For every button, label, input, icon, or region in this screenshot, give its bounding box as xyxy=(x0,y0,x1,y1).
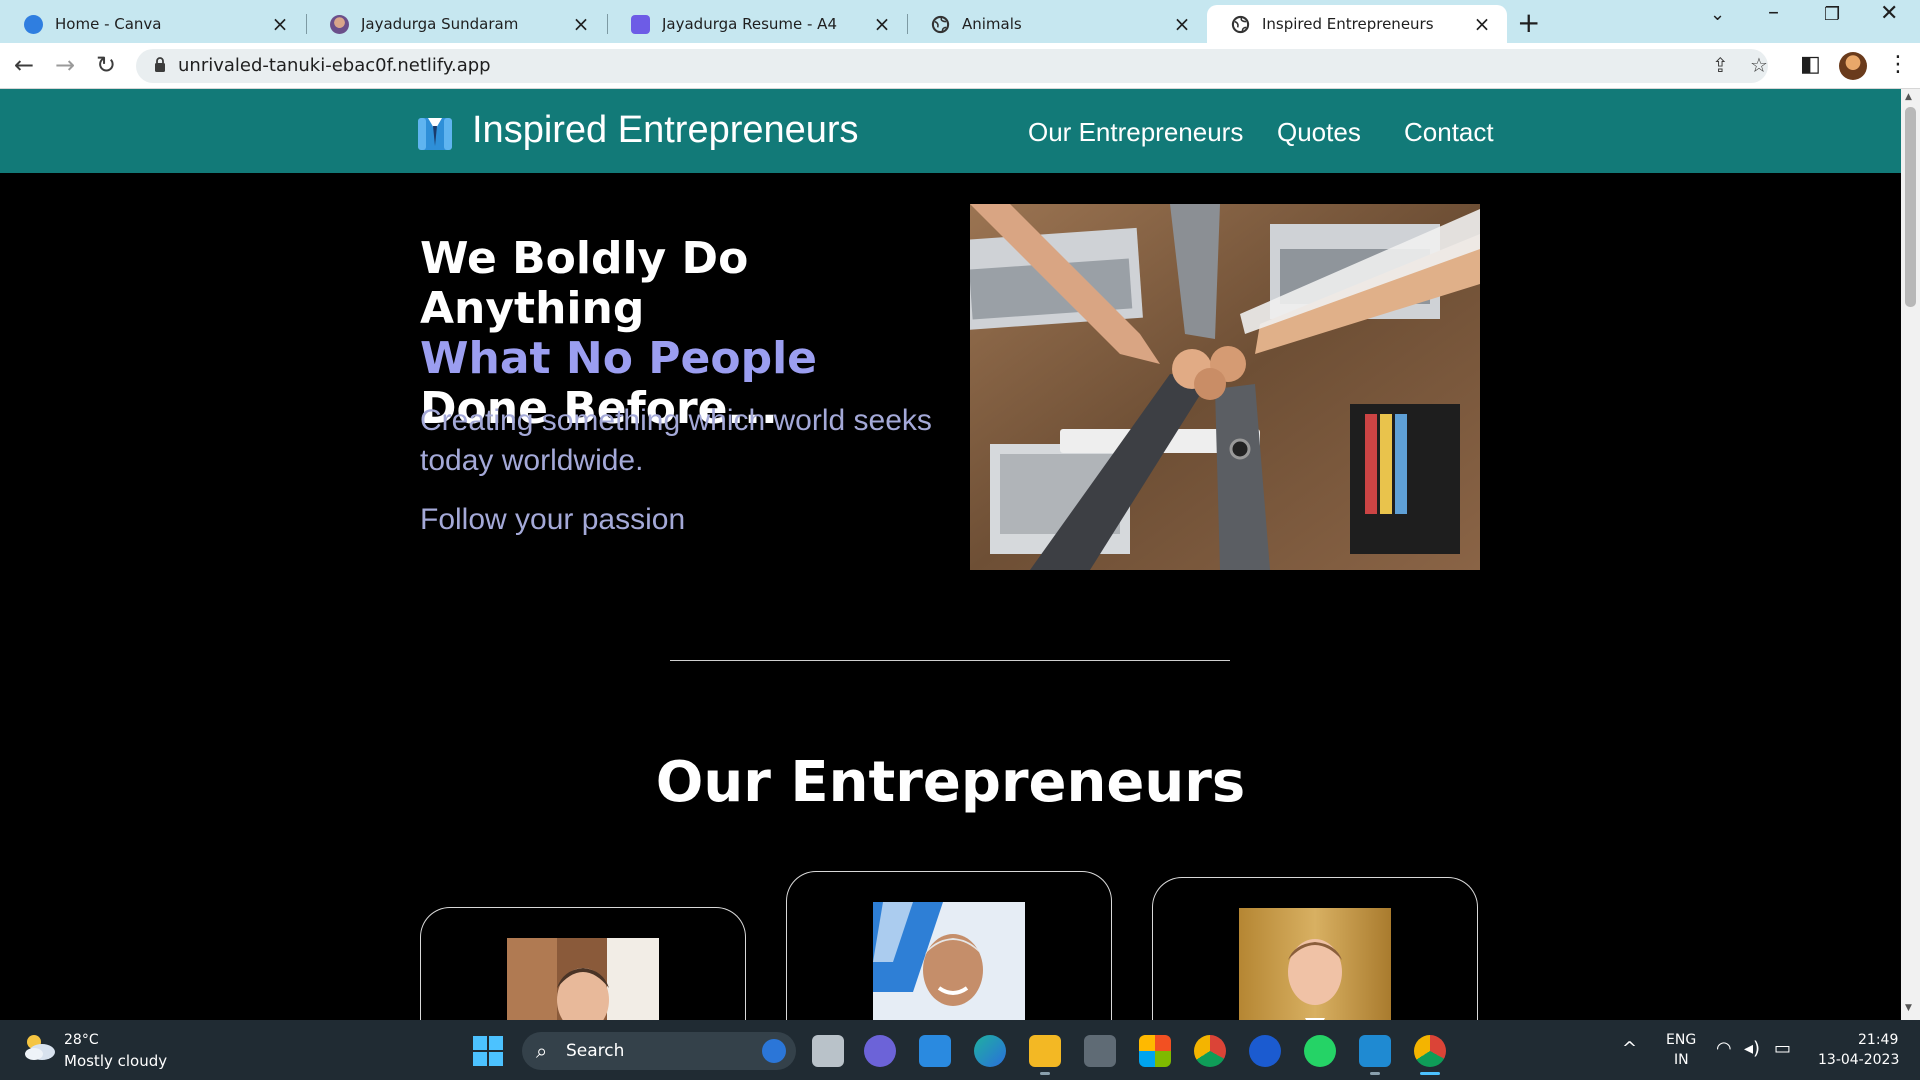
hero-subtitle: Follow your passion xyxy=(420,503,686,536)
task-view-icon[interactable] xyxy=(812,1035,844,1067)
tab-title: Jayadurga Resume - A4 xyxy=(662,15,837,33)
nav-quotes[interactable]: Quotes xyxy=(1277,117,1361,148)
input-language[interactable]: ENG xyxy=(1666,1032,1696,1048)
site-header: Inspired Entrepreneurs Our Entrepreneurs… xyxy=(0,89,1901,173)
share-icon[interactable]: ⇪ xyxy=(1712,53,1729,77)
volume-icon[interactable]: ◂) xyxy=(1744,1038,1760,1059)
search-icon: ⌕ xyxy=(536,1039,548,1063)
tab-jayadurga-resume[interactable]: Jayadurga Resume - A4 × xyxy=(607,5,907,43)
tab-title: Home - Canva xyxy=(55,15,162,33)
browser-tab-strip: Home - Canva × Jayadurga Sundaram × Jaya… xyxy=(0,0,1920,43)
active-app-indicator xyxy=(1420,1072,1440,1075)
running-indicator xyxy=(1370,1072,1380,1075)
section-title-our-entrepreneurs: Our Entrepreneurs xyxy=(655,750,1246,815)
tab-title: Jayadurga Sundaram xyxy=(361,15,519,33)
canva-icon xyxy=(24,14,43,34)
reload-icon[interactable]: ↻ xyxy=(96,51,116,79)
taskbar-search-label: Search xyxy=(566,1041,625,1061)
hero-tagline: Creating something which world seeks tod… xyxy=(420,404,932,477)
weather-cloud-icon[interactable] xyxy=(22,1032,56,1062)
battery-icon[interactable]: ▭ xyxy=(1774,1038,1791,1059)
input-region[interactable]: IN xyxy=(1674,1052,1689,1068)
hero-heading-line1: We Boldly Do Anything xyxy=(420,233,749,334)
minimize-icon[interactable]: – xyxy=(1768,0,1779,25)
lock-icon xyxy=(155,57,165,72)
chrome-icon[interactable] xyxy=(1194,1035,1226,1067)
profile-avatar[interactable] xyxy=(1839,52,1867,80)
chrome-profile-icon[interactable] xyxy=(1414,1035,1446,1067)
section-divider xyxy=(670,660,1230,661)
show-hidden-icons-chevron-icon[interactable]: ^ xyxy=(1622,1038,1637,1059)
bookmark-star-icon[interactable]: ☆ xyxy=(1750,53,1768,77)
tab-home-canva[interactable]: Home - Canva × xyxy=(0,5,305,43)
tab-title: Animals xyxy=(962,15,1022,33)
tab-title: Inspired Entrepreneurs xyxy=(1262,15,1434,33)
microsoft-store-icon[interactable] xyxy=(1139,1035,1171,1067)
word-app-icon[interactable] xyxy=(1249,1035,1281,1067)
weather-description: Mostly cloudy xyxy=(64,1052,168,1070)
globe-icon xyxy=(931,15,950,33)
running-indicator xyxy=(1040,1072,1050,1075)
address-bar[interactable]: unrivaled-tanuki-ebac0f.netlify.app ⇪ ☆ xyxy=(136,49,1768,83)
close-icon[interactable]: × xyxy=(1471,12,1493,36)
page-scrollbar[interactable]: ▲ ▼ xyxy=(1901,89,1920,1020)
file-explorer-icon[interactable] xyxy=(1029,1035,1061,1067)
scroll-down-arrow-icon[interactable]: ▼ xyxy=(1905,1003,1912,1013)
printer-icon xyxy=(631,14,650,34)
taskbar-search[interactable]: ⌕ Search xyxy=(522,1032,796,1070)
wifi-icon[interactable]: ◠ xyxy=(1716,1038,1732,1059)
profile-photo-icon xyxy=(330,14,349,34)
close-icon[interactable]: × xyxy=(871,12,893,36)
tab-animals[interactable]: Animals × xyxy=(907,5,1207,43)
edge-browser-icon[interactable] xyxy=(974,1035,1006,1067)
tab-jayadurga-sundaram[interactable]: Jayadurga Sundaram × xyxy=(306,5,606,43)
back-arrow-icon[interactable]: ← xyxy=(14,51,34,79)
clock-time[interactable]: 21:49 xyxy=(1858,1032,1898,1048)
globe-icon xyxy=(1231,15,1250,33)
browser-toolbar: ← → ↻ unrivaled-tanuki-ebac0f.netlify.ap… xyxy=(0,43,1920,89)
nav-contact[interactable]: Contact xyxy=(1404,117,1494,148)
close-icon[interactable]: × xyxy=(269,12,291,36)
suit-logo-icon xyxy=(418,118,452,150)
scroll-up-arrow-icon[interactable]: ▲ xyxy=(1905,92,1912,102)
site-brand-title[interactable]: Inspired Entrepreneurs xyxy=(472,109,859,152)
hero-teamwork-image xyxy=(970,204,1480,570)
restore-icon[interactable]: ❐ xyxy=(1824,4,1840,25)
window-close-icon[interactable]: ✕ xyxy=(1880,1,1898,26)
url-text: unrivaled-tanuki-ebac0f.netlify.app xyxy=(178,55,491,76)
windows-taskbar: 28°C Mostly cloudy ⌕ Search ^ ENG IN ◠ ◂… xyxy=(0,1020,1920,1080)
side-panel-icon[interactable]: ◧ xyxy=(1800,52,1821,77)
windows-start-icon[interactable] xyxy=(473,1036,503,1066)
calculator-icon[interactable] xyxy=(1084,1035,1116,1067)
hero-heading-accent: What No People xyxy=(420,333,818,384)
nav-our-entrepreneurs[interactable]: Our Entrepreneurs xyxy=(1028,117,1243,148)
forward-arrow-icon[interactable]: → xyxy=(55,51,75,79)
scrollbar-thumb[interactable] xyxy=(1905,107,1916,307)
teams-chat-icon[interactable] xyxy=(864,1035,896,1067)
whatsapp-icon[interactable] xyxy=(1304,1035,1336,1067)
clock-date[interactable]: 13-04-2023 xyxy=(1818,1052,1899,1068)
tab-inspired-entrepreneurs[interactable]: Inspired Entrepreneurs × xyxy=(1207,5,1507,43)
vscode-icon[interactable] xyxy=(1359,1035,1391,1067)
weather-temperature: 28°C xyxy=(64,1032,99,1048)
close-icon[interactable]: × xyxy=(1171,12,1193,36)
bing-icon xyxy=(762,1039,786,1063)
menu-kebab-icon[interactable]: ⋮ xyxy=(1887,52,1909,77)
mail-icon[interactable] xyxy=(919,1035,951,1067)
new-tab-plus-icon[interactable]: + xyxy=(1517,6,1540,39)
close-icon[interactable]: × xyxy=(570,12,592,36)
tab-search-chevron-icon[interactable]: ⌄ xyxy=(1710,4,1725,25)
